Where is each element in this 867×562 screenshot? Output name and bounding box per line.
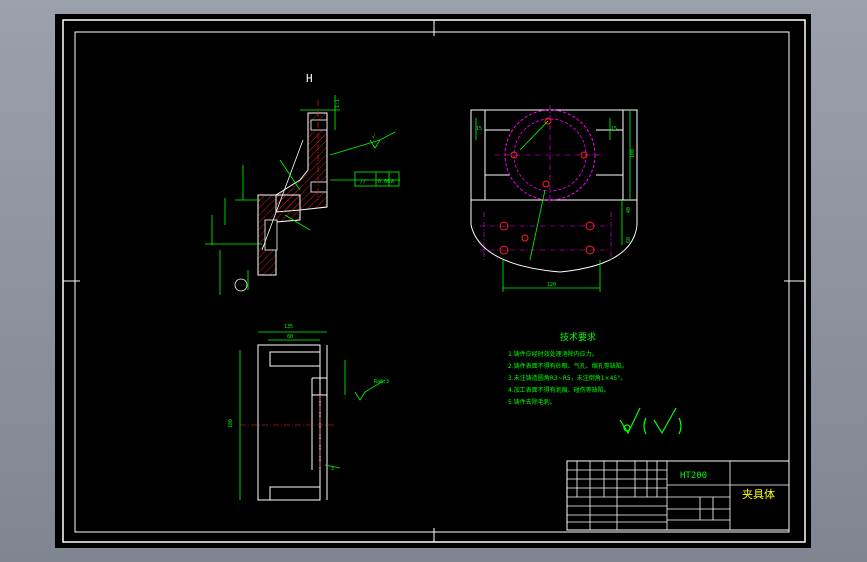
svg-text:180: 180 [228, 419, 234, 428]
part-name-label: 夹具体 [742, 487, 775, 501]
svg-text:A: A [391, 179, 394, 185]
svg-text:Ra6.3: Ra6.3 [374, 379, 389, 385]
svg-text:3: 3 [331, 466, 334, 472]
tech-req-line: 1.铸件应经时效处理消除内应力。 [508, 350, 598, 358]
svg-text:40: 40 [626, 207, 632, 213]
svg-text:1:1: 1:1 [335, 99, 341, 108]
svg-text:100: 100 [630, 149, 636, 158]
svg-text:15: 15 [476, 126, 482, 132]
material-label: HT200 [680, 471, 707, 481]
tech-req-line: 2.铸件表面不得有砂眼、气孔、缩孔等缺陷。 [508, 362, 628, 370]
tech-req-line: 3.未注铸造圆角R3~R5，未注倒角1×45°。 [508, 374, 626, 382]
section-slot-bottom [310, 181, 328, 193]
drawing-sheet [55, 14, 811, 548]
svg-text:135: 135 [284, 324, 293, 330]
svg-text:80: 80 [287, 334, 293, 340]
tech-req-line: 5.铸件去除毛刺。 [508, 398, 556, 406]
tech-req-title: 技术要求 [560, 331, 596, 343]
cad-viewer-viewport[interactable]: H 1:1 √ // 0.06 A 135 80 180 Ra6.3 3 120… [0, 0, 867, 562]
tech-req-line: 4.加工表面不得有划痕、碰伤等缺陷。 [508, 386, 610, 394]
svg-text:15: 15 [611, 126, 617, 132]
section-slot-top [310, 119, 328, 131]
svg-text:√: √ [372, 134, 375, 140]
svg-text://: // [360, 179, 366, 185]
drawing-canvas[interactable]: H 1:1 √ // 0.06 A 135 80 180 Ra6.3 3 120… [0, 0, 867, 562]
svg-text:120: 120 [547, 282, 556, 288]
section-mark-label: H [306, 72, 313, 85]
section-bore [264, 219, 278, 251]
svg-text:0.06: 0.06 [378, 179, 390, 185]
svg-text:60: 60 [626, 237, 632, 243]
